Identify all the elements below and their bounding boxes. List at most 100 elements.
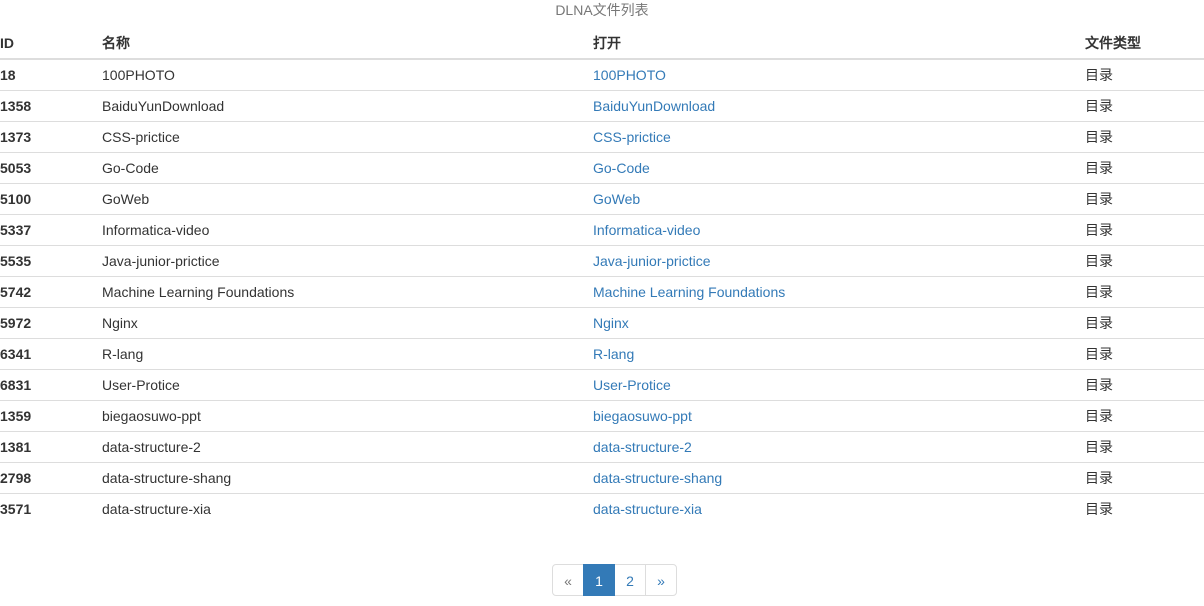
row-open-cell: BaiduYunDownload [593, 90, 1085, 122]
row-type: 目录 [1085, 276, 1204, 308]
row-type: 目录 [1085, 431, 1204, 463]
row-type: 目录 [1085, 400, 1204, 432]
pagination-page-2[interactable]: 2 [614, 564, 646, 596]
row-type: 目录 [1085, 245, 1204, 277]
row-id: 1358 [0, 90, 102, 122]
row-open-cell: Informatica-video [593, 214, 1085, 246]
header-type: 文件类型 [1085, 28, 1204, 60]
open-folder-link[interactable]: data-structure-shang [593, 470, 722, 486]
open-folder-link[interactable]: GoWeb [593, 191, 640, 207]
row-id: 2798 [0, 462, 102, 494]
row-type: 目录 [1085, 338, 1204, 370]
row-id: 6341 [0, 338, 102, 370]
row-name: data-structure-xia [102, 501, 211, 517]
row-open-cell: GoWeb [593, 183, 1085, 215]
row-id: 1381 [0, 431, 102, 463]
row-id: 5972 [0, 307, 102, 339]
row-open-cell: data-structure-2 [593, 431, 1085, 463]
row-type: 目录 [1085, 369, 1204, 401]
pagination-prev-button[interactable]: « [552, 564, 584, 596]
open-folder-link[interactable]: 100PHOTO [593, 67, 666, 83]
row-type: 目录 [1085, 307, 1204, 339]
open-folder-link[interactable]: Go-Code [593, 160, 650, 176]
row-type: 目录 [1085, 90, 1204, 122]
open-folder-link[interactable]: Informatica-video [593, 222, 700, 238]
table-caption: DLNA文件列表 [555, 2, 649, 18]
table-row: 1359 biegaosuwo-ppt biegaosuwo-ppt 目录 [0, 400, 1204, 432]
table-row: 1358 BaiduYunDownload BaiduYunDownload 目录 [0, 90, 1204, 122]
row-name: Machine Learning Foundations [102, 276, 593, 308]
row-name: Informatica-video [102, 214, 593, 246]
pagination-page-1[interactable]: 1 [583, 564, 615, 596]
row-name: 100PHOTO [102, 59, 593, 91]
open-folder-link[interactable]: data-structure-xia [593, 501, 702, 517]
table-row: 3571 data-structure-xia data-structure-xia… [0, 494, 1204, 525]
row-id: 1359 [0, 400, 102, 432]
row-open-cell: CSS-prictice [593, 121, 1085, 153]
row-name: data-structure-shang [102, 462, 593, 494]
table-row: 5535 Java-junior-prictice Java-junior-pric… [0, 245, 1204, 277]
row-open-cell: Go-Code [593, 152, 1085, 184]
open-folder-link[interactable]: Java-junior-prictice [593, 253, 710, 269]
row-name: BaiduYunDownload [102, 90, 593, 122]
pagination: «1 2» [552, 564, 677, 596]
table-row: 18 100PHOTO 100PHOTO 目录 [0, 59, 1204, 91]
open-folder-link[interactable]: data-structure-2 [593, 439, 692, 455]
dlna-file-list-page: DLNA文件列表 ID 名称 打开 文件类型 18 100PHOTO 100PHOT… [0, 0, 1204, 606]
open-folder-link[interactable]: CSS-prictice [593, 129, 671, 145]
row-name: R-lang [102, 338, 593, 370]
row-name: GoWeb [102, 183, 593, 215]
header-open: 打开 [593, 28, 1085, 60]
open-folder-link[interactable]: R-lang [593, 346, 634, 362]
row-id: 5053 [0, 152, 102, 184]
row-id: 3571 [0, 501, 32, 517]
table-row: 5053 Go-Code Go-Code 目录 [0, 152, 1204, 184]
row-name: CSS-prictice [102, 121, 593, 153]
row-open-cell: Nginx [593, 307, 1085, 339]
table-row: 5742 Machine Learning Foundations Machine … [0, 276, 1204, 308]
table-row: 5100 GoWeb GoWeb 目录 [0, 183, 1204, 215]
table-header-row: ID 名称 打开 文件类型 [0, 28, 1204, 60]
row-type: 目录 [1085, 214, 1204, 246]
row-type: 目录 [1085, 501, 1113, 517]
open-folder-link[interactable]: biegaosuwo-ppt [593, 408, 692, 424]
row-type: 目录 [1085, 183, 1204, 215]
row-type: 目录 [1085, 152, 1204, 184]
row-name: Java-junior-prictice [102, 245, 593, 277]
table-body: 18 100PHOTO 100PHOTO 目录 1358 BaiduYunDownload… [0, 59, 1204, 524]
open-folder-link[interactable]: Nginx [593, 315, 629, 331]
open-folder-link[interactable]: BaiduYunDownload [593, 98, 715, 114]
row-name: Nginx [102, 307, 593, 339]
row-open-cell: data-structure-xia [593, 494, 1085, 525]
open-folder-link[interactable]: Machine Learning Foundations [593, 284, 785, 300]
row-name: biegaosuwo-ppt [102, 400, 593, 432]
row-type: 目录 [1085, 121, 1204, 153]
table-row: 5337 Informatica-video Informatica-video 目录 [0, 214, 1204, 246]
table-row: 6341 R-lang R-lang 目录 [0, 338, 1204, 370]
pagination-next-button[interactable]: » [645, 564, 677, 596]
row-id: 5100 [0, 183, 102, 215]
header-id: ID [0, 28, 102, 60]
header-name: 名称 [102, 28, 593, 60]
row-open-cell: 100PHOTO [593, 59, 1085, 91]
row-open-cell: R-lang [593, 338, 1085, 370]
row-type: 目录 [1085, 59, 1204, 91]
open-folder-link[interactable]: User-Protice [593, 377, 671, 393]
row-open-cell: User-Protice [593, 369, 1085, 401]
row-id: 5535 [0, 245, 102, 277]
row-id: 18 [0, 59, 102, 91]
row-open-cell: biegaosuwo-ppt [593, 400, 1085, 432]
row-open-cell: data-structure-shang [593, 462, 1085, 494]
row-type: 目录 [1085, 462, 1204, 494]
row-id: 5337 [0, 214, 102, 246]
file-table: ID 名称 打开 文件类型 18 100PHOTO 100PHOTO 目录 1358 Ba… [0, 28, 1204, 524]
row-id: 6831 [0, 369, 102, 401]
row-id: 1373 [0, 121, 102, 153]
table-row: 2798 data-structure-shang data-structure-s… [0, 462, 1204, 494]
table-row: 1381 data-structure-2 data-structure-2 目录 [0, 431, 1204, 463]
row-id: 5742 [0, 276, 102, 308]
table-row: 6831 User-Protice User-Protice 目录 [0, 369, 1204, 401]
table-row: 1373 CSS-prictice CSS-prictice 目录 [0, 121, 1204, 153]
row-name: User-Protice [102, 369, 593, 401]
row-name: data-structure-2 [102, 431, 593, 463]
